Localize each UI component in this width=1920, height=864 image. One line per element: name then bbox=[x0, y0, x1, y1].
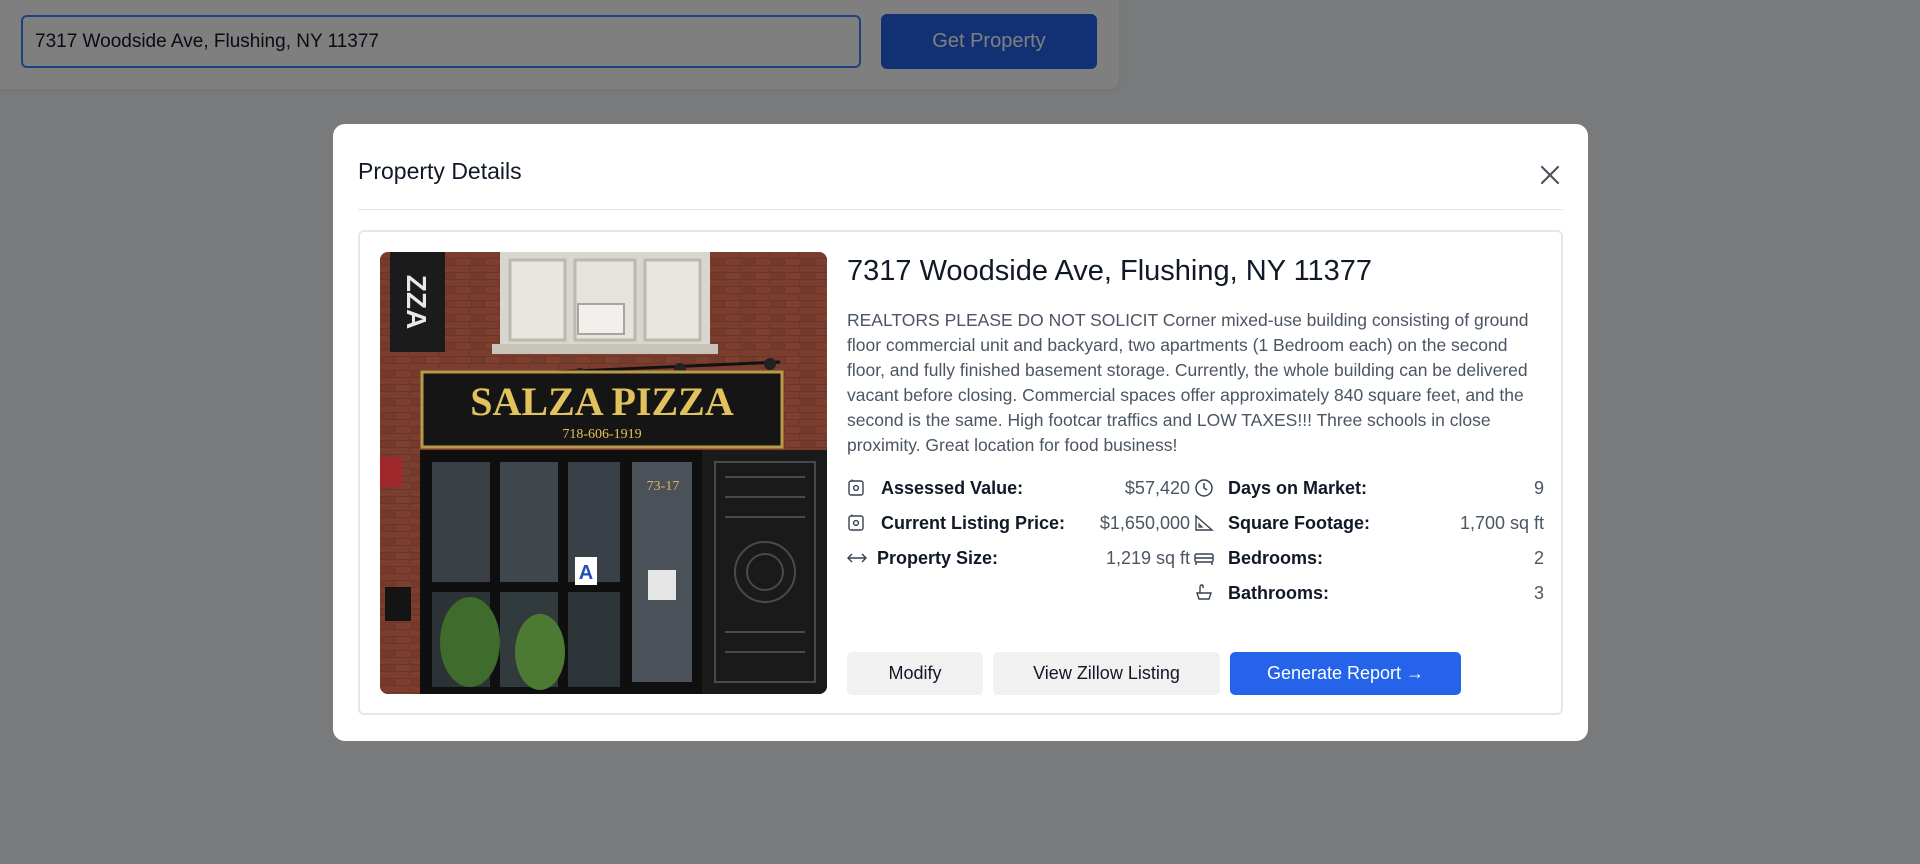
stat-bedrooms: Bedrooms: 2 bbox=[1194, 544, 1544, 572]
modify-button[interactable]: Modify bbox=[847, 652, 983, 695]
bed-icon bbox=[1194, 546, 1218, 570]
photo-door-number: 73-17 bbox=[647, 479, 680, 494]
photo-sign-phone: 718-606-1919 bbox=[562, 427, 641, 442]
svg-text:ZZA: ZZA bbox=[401, 275, 432, 329]
stat-label: Current Listing Price: bbox=[881, 512, 1066, 533]
stat-days-on-market: Days on Market: 9 bbox=[1194, 474, 1544, 502]
photo-grade-letter: A bbox=[579, 562, 593, 584]
stat-value: 1,219 sq ft bbox=[1105, 547, 1190, 568]
stat-value: 2 bbox=[1533, 547, 1544, 568]
property-description: REALTORS PLEASE DO NOT SOLICIT Corner mi… bbox=[847, 310, 1529, 455]
stat-value: 3 bbox=[1533, 582, 1544, 603]
stat-listing-price: Current Listing Price: $1,650,000 bbox=[847, 509, 1190, 537]
stat-label: Bathrooms: bbox=[1228, 582, 1330, 603]
stat-value: 1,700 sq ft bbox=[1459, 512, 1544, 533]
stat-value: 9 bbox=[1533, 477, 1544, 498]
property-details-modal: Property Details ZZA SALZA PIZZA 718-606… bbox=[333, 124, 1588, 741]
stat-label: Days on Market: bbox=[1228, 477, 1368, 498]
dollar-tag-icon bbox=[847, 476, 871, 500]
stat-assessed-value: Assessed Value: $57,420 bbox=[847, 474, 1190, 502]
modal-title: Property Details bbox=[358, 158, 522, 184]
stat-label: Bedrooms: bbox=[1228, 547, 1324, 568]
stat-label: Assessed Value: bbox=[881, 477, 1024, 498]
dollar-tag-icon bbox=[847, 511, 871, 535]
view-zillow-listing-button[interactable]: View Zillow Listing bbox=[993, 652, 1220, 695]
property-card: ZZA SALZA PIZZA 718-606-1919 A 73-17 731… bbox=[358, 230, 1563, 715]
photo-sign-text: SALZA PIZZA bbox=[470, 379, 734, 424]
ruler-triangle-icon bbox=[1194, 511, 1218, 535]
bath-icon bbox=[1194, 581, 1218, 605]
stat-label: Property Size: bbox=[877, 547, 999, 568]
stat-value: $1,650,000 bbox=[1099, 512, 1190, 533]
stat-value: $57,420 bbox=[1124, 477, 1190, 498]
stat-bathrooms: Bathrooms: 3 bbox=[1194, 579, 1544, 607]
close-icon[interactable] bbox=[1537, 162, 1563, 188]
arrows-horizontal-icon bbox=[847, 546, 867, 570]
stat-property-size: Property Size: 1,219 sq ft bbox=[847, 544, 1190, 572]
stat-square-footage: Square Footage: 1,700 sq ft bbox=[1194, 509, 1544, 537]
property-photo: ZZA SALZA PIZZA 718-606-1919 A 73-17 bbox=[380, 252, 827, 694]
property-address-title: 7317 Woodside Ave, Flushing, NY 11377 bbox=[847, 255, 1373, 287]
clock-icon bbox=[1194, 476, 1218, 500]
modal-divider bbox=[358, 209, 1563, 210]
generate-report-button[interactable]: Generate Report → bbox=[1230, 652, 1461, 695]
stat-label: Square Footage: bbox=[1228, 512, 1371, 533]
